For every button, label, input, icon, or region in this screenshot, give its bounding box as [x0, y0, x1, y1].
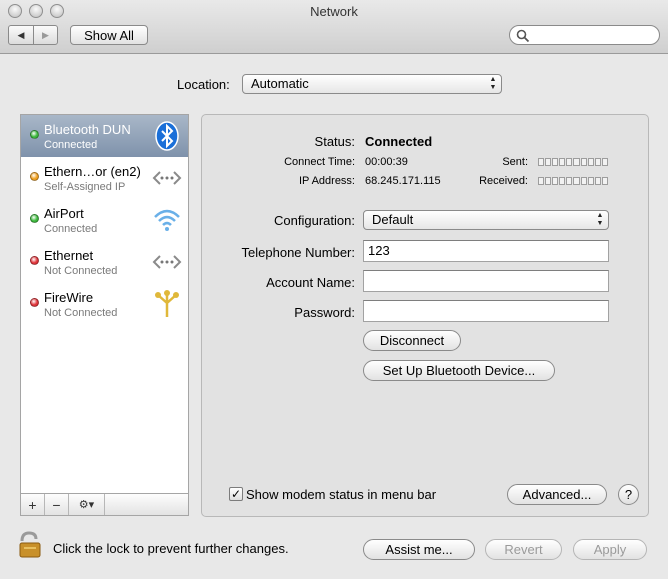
configuration-popup[interactable]: Default ▲ ▼ — [363, 210, 609, 230]
status-label: Status: — [314, 134, 355, 149]
ethernet-icon — [152, 171, 182, 185]
network-preferences-window: Network ◀ ▶ Show All Location: Automatic… — [0, 0, 668, 579]
received-meter — [538, 177, 608, 185]
title-toolbar: Network ◀ ▶ Show All — [0, 0, 668, 54]
location-value: Automatic — [251, 76, 309, 91]
telephone-number-label: Telephone Number: — [241, 245, 355, 260]
firewire-icon — [155, 290, 179, 317]
password-field[interactable] — [363, 300, 609, 322]
connect-time-value: 00:00:39 — [365, 156, 408, 168]
account-name-field[interactable] — [363, 270, 609, 292]
status-value: Connected — [365, 134, 433, 149]
modem-status-label: Show modem status in menu bar — [246, 487, 437, 502]
ip-address-label: IP Address: — [298, 175, 355, 187]
service-item-firewire[interactable]: FireWire Not Connected — [21, 283, 188, 325]
search-icon — [516, 29, 530, 43]
help-button[interactable]: ? — [618, 484, 639, 505]
service-status: Not Connected — [44, 265, 118, 277]
show-all-button[interactable]: Show All — [70, 25, 148, 45]
bluetooth-icon — [155, 121, 179, 151]
connect-time-label: Connect Time: — [284, 156, 355, 168]
service-name: Ethernet — [44, 248, 94, 263]
service-status: Connected — [44, 139, 98, 151]
disconnect-button[interactable]: Disconnect — [363, 330, 461, 351]
sent-meter — [538, 158, 608, 166]
popup-arrows-icon: ▲ ▼ — [596, 212, 604, 227]
add-service-button[interactable]: + — [21, 494, 45, 515]
configuration-value: Default — [372, 212, 414, 227]
service-item-ethernet-en2[interactable]: Ethern…or (en2) Self-Assigned IP — [21, 157, 188, 199]
sent-label: Sent: — [502, 156, 528, 168]
configuration-label: Configuration: — [274, 213, 355, 228]
service-status: Self-Assigned IP — [44, 181, 126, 193]
status-dot — [30, 172, 39, 181]
action-menu-button[interactable]: ⚙▾ — [69, 494, 105, 515]
window-title: Network — [310, 4, 358, 19]
account-name-label: Account Name: — [266, 275, 355, 290]
service-item-bluetooth-dun[interactable]: Bluetooth DUN Connected — [21, 115, 188, 157]
status-dot — [30, 214, 39, 223]
lock-message: Click the lock to prevent further change… — [53, 541, 289, 556]
navigation-segment: ◀ ▶ — [8, 25, 58, 45]
password-label: Password: — [294, 305, 355, 320]
detail-panel: Status: Connected Connect Time: 00:00:39… — [201, 114, 649, 517]
status-dot — [30, 130, 39, 139]
received-label: Received: — [479, 175, 528, 187]
service-name: Bluetooth DUN — [44, 122, 131, 137]
popup-arrows-icon: ▲ ▼ — [489, 76, 497, 91]
service-item-ethernet[interactable]: Ethernet Not Connected — [21, 241, 188, 283]
wifi-icon — [154, 209, 180, 231]
location-popup[interactable]: Automatic ▲ ▼ — [242, 74, 502, 94]
back-button[interactable]: ◀ — [9, 26, 33, 44]
ip-address-value: 68.245.171.115 — [365, 175, 441, 187]
service-name: AirPort — [44, 206, 84, 221]
ethernet-icon — [152, 255, 182, 269]
service-name: FireWire — [44, 290, 94, 305]
remove-service-button[interactable]: − — [45, 494, 69, 515]
modem-status-checkbox[interactable]: ✓ — [229, 487, 243, 501]
location-label: Location: — [177, 77, 230, 92]
service-list: Bluetooth DUN Connected Ethern…or (en2) … — [20, 114, 189, 494]
service-list-footer: + − ⚙▾ — [20, 494, 189, 516]
search-input[interactable] — [509, 25, 660, 45]
service-item-airport[interactable]: AirPort Connected — [21, 199, 188, 241]
service-status: Connected — [44, 223, 98, 235]
apply-button[interactable]: Apply — [573, 539, 647, 560]
telephone-number-field[interactable]: 123 — [363, 240, 609, 262]
set-up-bluetooth-device-button[interactable]: Set Up Bluetooth Device... — [363, 360, 555, 381]
advanced-button[interactable]: Advanced... — [507, 484, 607, 505]
service-status: Not Connected — [44, 307, 118, 319]
forward-button[interactable]: ▶ — [33, 26, 57, 44]
service-name: Ethern…or (en2) — [44, 164, 141, 179]
lock-icon[interactable] — [18, 531, 44, 559]
assist-me-button[interactable]: Assist me... — [363, 539, 475, 560]
status-dot — [30, 256, 39, 265]
status-dot — [30, 298, 39, 307]
revert-button[interactable]: Revert — [485, 539, 562, 560]
